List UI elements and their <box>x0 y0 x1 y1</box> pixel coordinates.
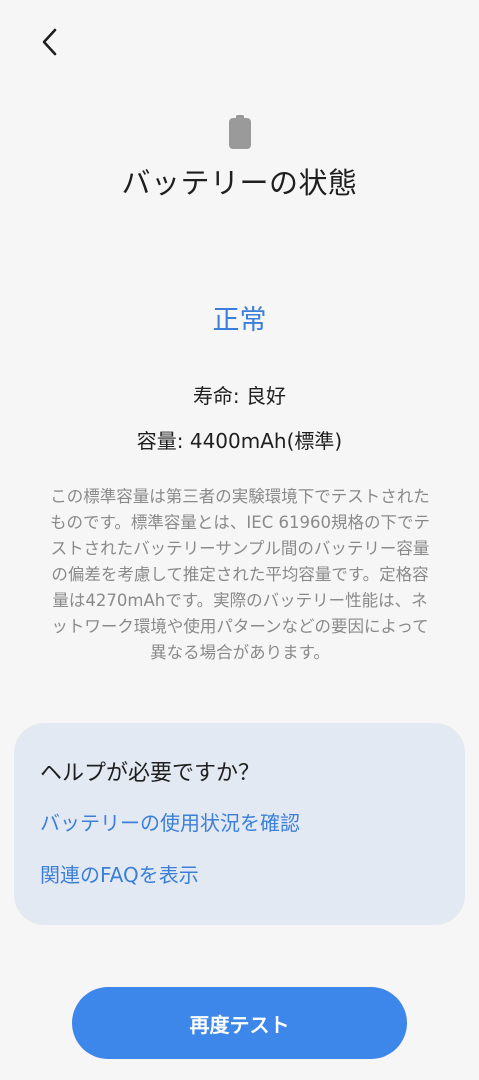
battery-usage-link[interactable]: バッテリーの使用状況を確認 <box>40 807 300 836</box>
battery-life: 寿命: 良好 <box>192 384 287 408</box>
help-card: ヘルプが必要ですか？ バッテリーの使用状況を確認 関連のFAQを表示 <box>14 723 465 925</box>
faq-link[interactable]: 関連のFAQを表示 <box>40 859 199 888</box>
help-title: ヘルプが必要ですか？ <box>40 761 261 786</box>
back-button[interactable] <box>28 20 72 64</box>
battery-status-screen: バッテリーの状態 正常 寿命: 良好 容量: 4400mAh(標準) この標準容… <box>0 0 479 1080</box>
capacity-description: この標準容量は第三者の実験環境下でテストされたものです。標準容量とは、IEC 6… <box>50 487 430 662</box>
status-label: 正常 <box>212 305 267 336</box>
chevron-left-icon <box>42 28 57 56</box>
battery-capacity: 容量: 4400mAh(標準) <box>136 429 343 453</box>
battery-icon <box>229 115 251 149</box>
retest-button[interactable]: 再度テスト <box>72 987 407 1059</box>
page-title: バッテリーの状態 <box>121 166 358 200</box>
